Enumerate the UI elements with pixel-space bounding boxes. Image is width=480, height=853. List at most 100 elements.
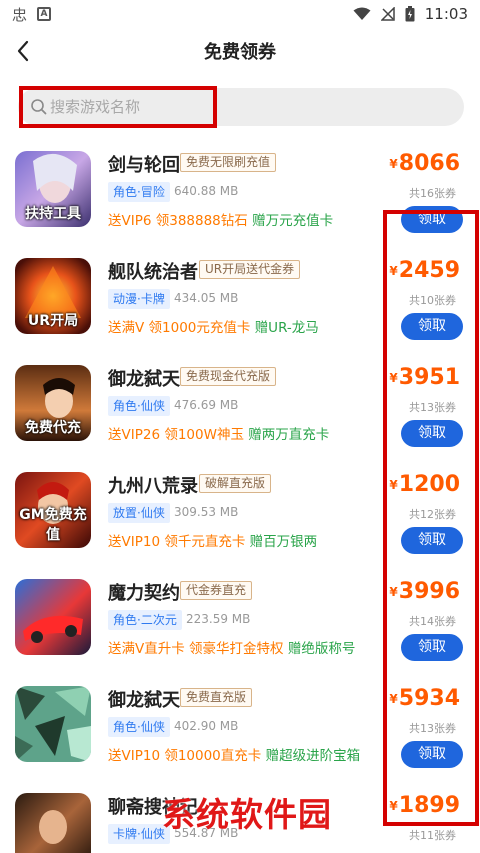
list-item-game[interactable]: 扶持工具 剑与轮回 免费无限刷充值 角色·冒险 640.88 MB 送VIP6 … — [0, 145, 480, 252]
search-bar[interactable] — [18, 88, 464, 126]
currency-symbol: ¥ — [389, 264, 398, 278]
game-perks: 送满V 领1000元充值卡 赠UR-龙马 — [108, 316, 319, 336]
game-size: 402.90 MB — [174, 719, 239, 733]
perk-bonus: 赠万元充值卡 — [252, 213, 334, 229]
price-value: 1899 — [398, 793, 460, 818]
game-perks: 送满V直升卡 领豪华打金特权 赠绝版称号 — [108, 637, 355, 657]
app-header: 免费领券 — [0, 28, 480, 74]
game-perks: 送VIP26 领100W神玉 赠两万直充卡 — [108, 423, 329, 443]
game-icon: GM免费充值 — [15, 472, 91, 548]
perk-primary: 送VIP10 领10000直充卡 — [108, 748, 262, 764]
game-name: 御龙弑天 — [108, 690, 180, 711]
game-icon — [15, 686, 91, 762]
game-tag: 角色·仙侠 — [108, 717, 170, 737]
price: ¥3996 — [389, 579, 460, 604]
list-item-game[interactable]: 魔力契约 代金券直充 角色·二次元 223.59 MB 送满V直升卡 领豪华打金… — [0, 573, 480, 680]
claim-button[interactable]: 领取 — [401, 206, 463, 233]
currency-symbol: ¥ — [389, 478, 398, 492]
game-name: 魔力契约 — [108, 583, 180, 604]
list-item-game[interactable]: GM免费充值 九州八荒录 破解直充版 放置·仙侠 309.53 MB 送VIP1… — [0, 466, 480, 573]
price-value: 8066 — [398, 151, 460, 176]
perk-primary: 送满V直升卡 领豪华打金特权 — [108, 641, 284, 657]
claim-button[interactable]: 领取 — [401, 634, 463, 661]
chevron-left-icon[interactable] — [12, 36, 36, 66]
currency-symbol: ¥ — [389, 371, 398, 385]
perk-primary: 送VIP26 领100W神玉 — [108, 427, 244, 443]
game-size: 434.05 MB — [174, 291, 239, 305]
list-item-game[interactable]: 聊斋搜神记 卡牌·仙侠 554.87 MB ¥1899 共11张券 — [0, 787, 480, 853]
coupon-count: 共12张券 — [409, 508, 456, 521]
clock: 11:03 — [424, 5, 468, 23]
game-badge: UR开局送代金券 — [199, 260, 301, 279]
perk-primary: 送VIP10 领千元直充卡 — [108, 534, 246, 550]
price-value: 2459 — [398, 258, 460, 283]
price-value: 1200 — [398, 472, 460, 497]
game-icon: 扶持工具 — [15, 151, 91, 227]
game-size: 554.87 MB — [174, 826, 239, 840]
currency-symbol: ¥ — [389, 157, 398, 171]
game-tag: 动漫·卡牌 — [108, 289, 170, 309]
currency-symbol: ¥ — [389, 692, 398, 706]
coupon-count: 共11张券 — [409, 829, 456, 842]
list-item-game[interactable]: 免费代充 御龙弑天 免费现金代充版 角色·仙侠 476.69 MB 送VIP26… — [0, 359, 480, 466]
icon-caption: UR开局 — [27, 313, 79, 329]
game-icon — [15, 579, 91, 655]
price-value: 3951 — [398, 365, 460, 390]
game-badge: 免费无限刷充值 — [180, 153, 277, 172]
perk-primary: 送VIP6 领388888钻石 — [108, 213, 248, 229]
price: ¥3951 — [389, 365, 460, 390]
game-perks: 送VIP6 领388888钻石 赠万元充值卡 — [108, 209, 333, 229]
list-item-game[interactable]: 御龙弑天 免费直充版 角色·仙侠 402.90 MB 送VIP10 领10000… — [0, 680, 480, 787]
price: ¥1899 — [389, 793, 460, 818]
game-tag: 放置·仙侠 — [108, 503, 170, 523]
coupon-count: 共13张券 — [409, 401, 456, 414]
perk-bonus: 赠百万银两 — [249, 534, 318, 550]
list-item-game[interactable]: UR开局 舰队统治者 UR开局送代金券 动漫·卡牌 434.05 MB 送满V … — [0, 252, 480, 359]
game-size: 640.88 MB — [174, 184, 239, 198]
wifi-icon — [353, 7, 371, 20]
game-badge: 免费直充版 — [180, 688, 253, 707]
battery-charging-icon — [405, 6, 415, 22]
game-tag: 卡牌·仙侠 — [108, 824, 170, 844]
currency-symbol: ¥ — [389, 585, 398, 599]
claim-button[interactable]: 领取 — [401, 313, 463, 340]
notification-app-icon: 忠 — [12, 5, 28, 24]
claim-button[interactable]: 领取 — [401, 527, 463, 554]
game-tag: 角色·二次元 — [108, 610, 182, 630]
game-name: 舰队统治者 — [108, 262, 198, 283]
status-bar: 忠 A 11:03 — [0, 0, 480, 28]
perk-bonus: 赠超级进阶宝箱 — [265, 748, 361, 764]
price: ¥8066 — [389, 151, 460, 176]
price: ¥1200 — [389, 472, 460, 497]
coupon-count: 共16张券 — [409, 187, 456, 200]
price: ¥5934 — [389, 686, 460, 711]
game-icon: UR开局 — [15, 258, 91, 334]
coupon-count: 共13张券 — [409, 722, 456, 735]
icon-caption: 扶持工具 — [25, 206, 81, 222]
game-badge: 破解直充版 — [199, 474, 272, 493]
game-icon: 免费代充 — [15, 365, 91, 441]
game-tag: 角色·仙侠 — [108, 396, 170, 416]
game-tag: 角色·冒险 — [108, 182, 170, 202]
claim-button[interactable]: 领取 — [401, 741, 463, 768]
claim-button[interactable]: 领取 — [401, 420, 463, 447]
coupon-count: 共14张券 — [409, 615, 456, 628]
game-size: 223.59 MB — [186, 612, 251, 626]
perk-bonus: 赠两万直充卡 — [248, 427, 330, 443]
icon-caption: 免费代充 — [25, 420, 81, 436]
signal-off-icon — [380, 7, 395, 21]
game-perks: 送VIP10 领10000直充卡 赠超级进阶宝箱 — [108, 744, 360, 764]
search-input[interactable] — [22, 88, 222, 126]
price-value: 3996 — [398, 579, 460, 604]
game-name: 剑与轮回 — [108, 155, 180, 176]
game-name: 九州八荒录 — [108, 476, 198, 497]
game-size: 309.53 MB — [174, 505, 239, 519]
game-badge: 免费现金代充版 — [180, 367, 277, 386]
coupon-count: 共10张券 — [409, 294, 456, 307]
game-perks: 送VIP10 领千元直充卡 赠百万银两 — [108, 530, 317, 550]
notification-a-icon: A — [37, 7, 52, 21]
perk-bonus: 赠UR-龙马 — [254, 320, 319, 336]
perk-bonus: 赠绝版称号 — [287, 641, 356, 657]
price: ¥2459 — [389, 258, 460, 283]
page-title: 免费领券 — [204, 42, 276, 62]
